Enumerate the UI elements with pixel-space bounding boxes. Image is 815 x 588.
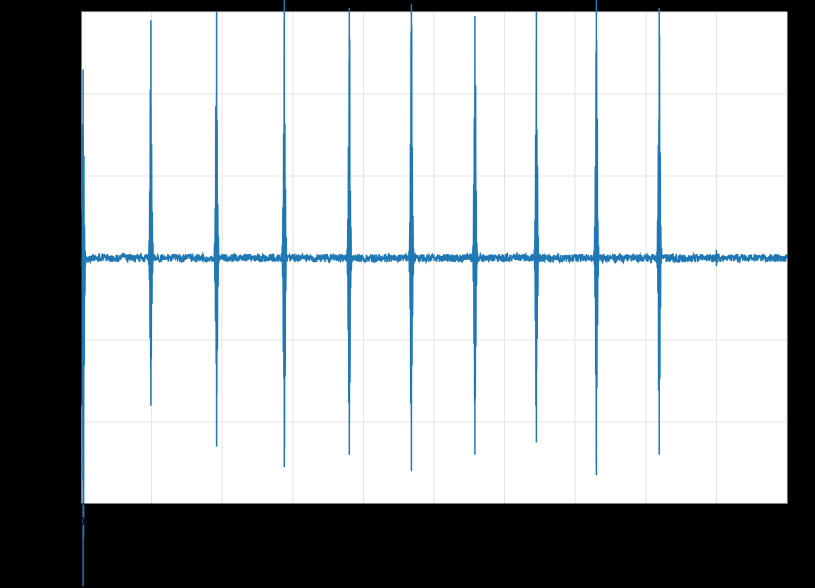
svg-text:6: 6 bbox=[501, 513, 509, 529]
svg-text:0.6: 0.6 bbox=[52, 4, 72, 20]
svg-text:5: 5 bbox=[430, 513, 438, 529]
svg-text:0.2: 0.2 bbox=[52, 168, 72, 184]
x-axis-label: Time (seconds) bbox=[379, 547, 489, 564]
svg-text:10: 10 bbox=[779, 513, 795, 529]
svg-text:7: 7 bbox=[571, 513, 579, 529]
svg-text:4: 4 bbox=[360, 513, 368, 529]
svg-text:3: 3 bbox=[289, 513, 297, 529]
svg-text:-0.4: -0.4 bbox=[47, 414, 71, 430]
svg-text:2: 2 bbox=[218, 513, 226, 529]
y-ticks: -0.6 -0.4 -0.2 0 0.2 0.4 0.6 bbox=[47, 4, 81, 512]
svg-text:0: 0 bbox=[63, 250, 71, 266]
svg-text:-0.6: -0.6 bbox=[47, 496, 71, 512]
svg-text:0.4: 0.4 bbox=[52, 86, 72, 102]
svg-text:9: 9 bbox=[713, 513, 721, 529]
x-ticks: 0 1 2 3 4 5 6 7 8 9 10 bbox=[77, 504, 795, 529]
svg-text:0: 0 bbox=[77, 513, 85, 529]
svg-text:-0.2: -0.2 bbox=[47, 332, 71, 348]
svg-text:1: 1 bbox=[148, 513, 156, 529]
svg-text:8: 8 bbox=[642, 513, 650, 529]
chart-svg: 0 1 2 3 4 5 6 7 8 9 10 -0.6 -0.4 -0.2 0 0.2 0.4 0.6 Time… bbox=[0, 0, 815, 588]
y-axis-label: Amplitude bbox=[9, 222, 26, 293]
